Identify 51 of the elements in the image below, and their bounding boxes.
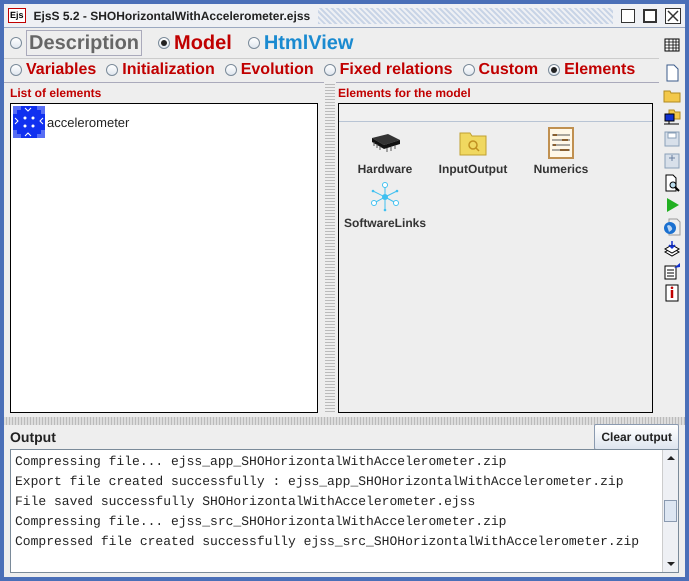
close-icon[interactable] bbox=[665, 8, 681, 24]
main-tab[interactable]: Description bbox=[26, 30, 142, 56]
output-line: Compressing file... ejss_src_SHOHorizontalWithAccelerometer.zip bbox=[15, 513, 508, 531]
output-line: Export file created successfully : ejss_app_SHOHorizontalWithAccelerometer.zip bbox=[15, 473, 624, 491]
section-tab[interactable]: Custom bbox=[478, 62, 538, 78]
element-type-item[interactable]: Numerics bbox=[534, 160, 588, 178]
scrollbar[interactable] bbox=[662, 450, 678, 572]
radio-button[interactable] bbox=[158, 37, 170, 49]
abacus-icon bbox=[548, 127, 574, 159]
globe-document-icon[interactable] bbox=[663, 218, 681, 236]
network-icon bbox=[369, 181, 401, 213]
radio-button[interactable] bbox=[248, 37, 260, 49]
section-tab[interactable]: Fixed relations bbox=[340, 62, 453, 78]
output-line: Compressing file... ejss_app_SHOHorizontalWithAccelerometer.zip bbox=[15, 453, 508, 471]
element-type-item[interactable]: InputOutput bbox=[438, 160, 508, 178]
maximize-icon[interactable] bbox=[643, 8, 657, 22]
window-title: EjsS 5.2 - SHOHorizontalWithAccelerometer.ejss bbox=[34, 8, 310, 24]
radio-button[interactable] bbox=[106, 64, 118, 76]
radio-button[interactable] bbox=[324, 64, 336, 76]
section-tab[interactable]: Evolution bbox=[240, 62, 314, 78]
clear-output-button[interactable]: Clear output bbox=[594, 424, 679, 450]
scroll-thumb[interactable] bbox=[664, 500, 677, 522]
split-handle[interactable] bbox=[4, 417, 685, 425]
section-tab[interactable]: Variables bbox=[26, 62, 96, 78]
list-item[interactable]: accelerometer bbox=[47, 112, 130, 132]
radio-button[interactable] bbox=[10, 37, 22, 49]
output-line: Compressed file created successfully ejss_src_SHOHorizontalWithAccelerometer.zip bbox=[15, 533, 640, 551]
output-line: File saved successfully SHOHorizontalWithAccelerometer.ejss bbox=[15, 493, 476, 511]
output-title: Output bbox=[10, 428, 56, 447]
panel-title: List of elements bbox=[10, 85, 102, 102]
table-icon[interactable] bbox=[663, 36, 681, 54]
radio-button[interactable] bbox=[224, 64, 237, 76]
main-tab[interactable]: HtmlView bbox=[264, 33, 354, 53]
split-handle[interactable] bbox=[325, 82, 335, 413]
element-type-item[interactable]: Hardware bbox=[358, 160, 412, 178]
info-icon[interactable] bbox=[663, 284, 681, 302]
panel-title: Elements for the model bbox=[338, 85, 472, 102]
network-folder-icon[interactable] bbox=[663, 108, 681, 126]
radio-button[interactable] bbox=[462, 64, 475, 76]
app-logo: Ejs bbox=[8, 8, 26, 23]
clipboard-icon[interactable] bbox=[663, 262, 681, 280]
section-tab[interactable]: Elements bbox=[564, 62, 636, 78]
document-magnifier-icon[interactable] bbox=[663, 174, 681, 192]
section-tab[interactable]: Initialization bbox=[122, 62, 215, 78]
restore-icon[interactable] bbox=[621, 8, 635, 22]
radio-button[interactable] bbox=[548, 64, 560, 76]
stack-icon[interactable] bbox=[663, 240, 681, 258]
radio-button[interactable] bbox=[10, 64, 22, 76]
element-type-item[interactable]: SoftwareLinks bbox=[344, 214, 426, 232]
accelerometer-icon bbox=[13, 106, 45, 138]
main-tab[interactable]: Model bbox=[174, 33, 232, 53]
